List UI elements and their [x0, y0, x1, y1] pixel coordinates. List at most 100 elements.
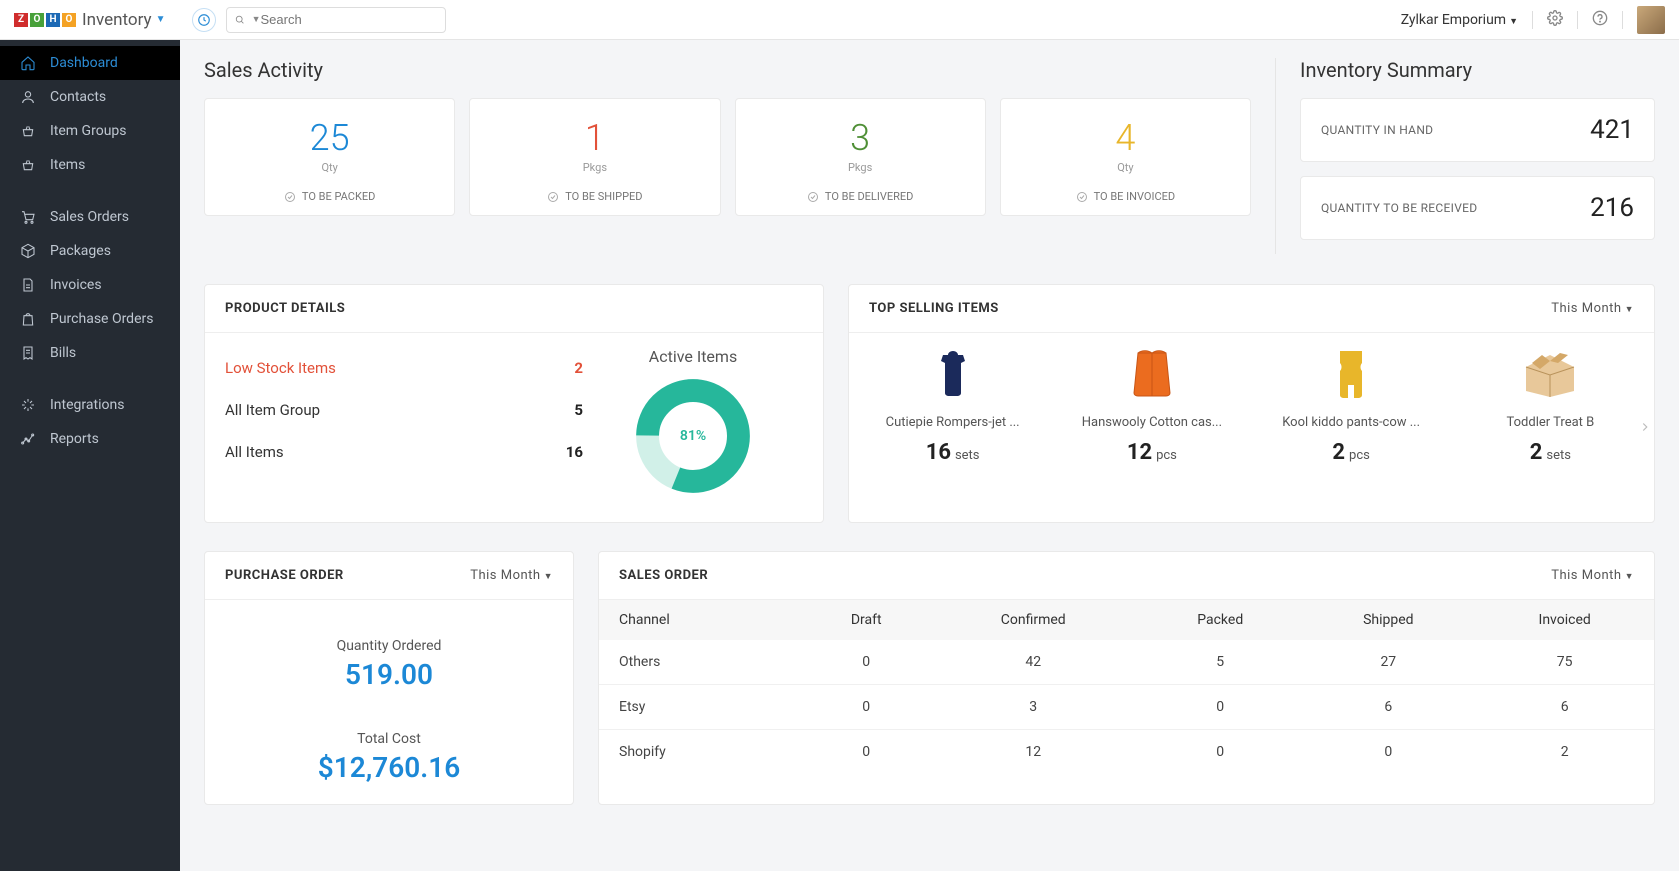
product-qty: 2sets: [1457, 440, 1644, 465]
top-selling-period-selector[interactable]: This Month▼: [1551, 301, 1634, 316]
search-input[interactable]: [261, 12, 437, 27]
product-detail-row[interactable]: Low Stock Items2: [225, 347, 583, 389]
top-selling-item[interactable]: Hanswooly Cotton cas...12pcs: [1052, 343, 1251, 465]
activity-card-to-be-shipped[interactable]: 1PkgsTO BE SHIPPED: [469, 98, 720, 216]
purchase-order-panel: PURCHASE ORDER This Month▼ Quantity Orde…: [204, 551, 574, 805]
product-details-title: PRODUCT DETAILS: [225, 301, 345, 316]
divider: [1577, 11, 1578, 29]
product-detail-row[interactable]: All Item Group5: [225, 389, 583, 431]
receipt-icon: [20, 345, 36, 361]
product-detail-row[interactable]: All Items16: [225, 431, 583, 473]
top-selling-item[interactable]: Cutiepie Rompers-jet ...16sets: [853, 343, 1052, 465]
cell-packed: 5: [1139, 640, 1301, 685]
cell-shipped: 27: [1301, 640, 1475, 685]
org-switcher[interactable]: Zylkar Emporium▼: [1401, 12, 1518, 28]
cell-draft: 0: [805, 640, 927, 685]
home-icon: [20, 55, 36, 71]
cell-confirmed: 3: [927, 685, 1139, 730]
activity-card-to-be-invoiced[interactable]: 4QtyTO BE INVOICED: [1000, 98, 1251, 216]
sales-order-title: SALES ORDER: [619, 568, 708, 583]
table-row[interactable]: Etsy03066: [599, 685, 1654, 730]
table-row[interactable]: Others04252775: [599, 640, 1654, 685]
cell-confirmed: 12: [927, 730, 1139, 775]
total-cost-label: Total Cost: [225, 731, 553, 747]
sidebar-item-packages[interactable]: Packages: [0, 234, 180, 268]
app-title[interactable]: Inventory: [82, 10, 152, 30]
cell-invoiced: 75: [1475, 640, 1654, 685]
cell-invoiced: 2: [1475, 730, 1654, 775]
activity-value: 1: [478, 117, 711, 159]
sidebar-item-invoices[interactable]: Invoices: [0, 268, 180, 302]
activity-status: TO BE SHIPPED: [478, 190, 711, 203]
carousel-next-icon[interactable]: [1638, 415, 1652, 443]
inventory-summary-title: Inventory Summary: [1300, 58, 1655, 82]
table-row[interactable]: Shopify012002: [599, 730, 1654, 775]
zoho-logo[interactable]: ZOHO: [14, 13, 76, 27]
divider: [1622, 11, 1623, 29]
product-name: Kool kiddo pants-cow ...: [1258, 415, 1445, 430]
top-selling-item[interactable]: Kool kiddo pants-cow ...2pcs: [1252, 343, 1451, 465]
sidebar-item-integrations[interactable]: Integrations: [0, 388, 180, 422]
gear-icon[interactable]: [1547, 10, 1563, 30]
inventory-label: QUANTITY IN HAND: [1321, 123, 1433, 137]
sidebar-item-items[interactable]: Items: [0, 148, 180, 182]
inventory-label: QUANTITY TO BE RECEIVED: [1321, 201, 1477, 215]
column-header[interactable]: Channel: [599, 600, 805, 640]
inventory-row: QUANTITY IN HAND 421: [1300, 98, 1655, 162]
basket-icon: [20, 157, 36, 173]
sidebar: DashboardContactsItem GroupsItems Sales O…: [0, 40, 180, 871]
activity-card-to-be-packed[interactable]: 25QtyTO BE PACKED: [204, 98, 455, 216]
sidebar-item-dashboard[interactable]: Dashboard: [0, 46, 180, 80]
product-qty: 16sets: [859, 440, 1046, 465]
top-selling-item[interactable]: Toddler Treat B2sets: [1451, 343, 1650, 465]
qty-ordered-label: Quantity Ordered: [225, 638, 553, 654]
activity-value: 25: [213, 117, 446, 159]
sidebar-item-item-groups[interactable]: Item Groups: [0, 114, 180, 148]
avatar[interactable]: [1637, 6, 1665, 34]
sidebar-item-bills[interactable]: Bills: [0, 336, 180, 370]
column-header[interactable]: Packed: [1139, 600, 1301, 640]
product-image: [1258, 343, 1445, 403]
column-header[interactable]: Invoiced: [1475, 600, 1654, 640]
sidebar-item-sales-orders[interactable]: Sales Orders: [0, 200, 180, 234]
search-box[interactable]: ▼: [226, 7, 446, 33]
column-header[interactable]: Shipped: [1301, 600, 1475, 640]
history-button[interactable]: [192, 8, 216, 32]
product-qty: 12pcs: [1058, 440, 1245, 465]
cart-icon: [20, 209, 36, 225]
main-content: Sales Activity 25QtyTO BE PACKED1PkgsTO …: [180, 40, 1679, 871]
sidebar-item-purchase-orders[interactable]: Purchase Orders: [0, 302, 180, 336]
activity-status: TO BE PACKED: [213, 190, 446, 203]
activity-value: 3: [744, 117, 977, 159]
bag-icon: [20, 311, 36, 327]
activity-card-to-be-delivered[interactable]: 3 Pkgs TO BE DELIVERED: [735, 98, 986, 216]
cell-draft: 0: [805, 685, 927, 730]
cell-shipped: 6: [1301, 685, 1475, 730]
sales-order-period-selector[interactable]: This Month▼: [1551, 568, 1634, 583]
inventory-row: QUANTITY TO BE RECEIVED216: [1300, 176, 1655, 240]
app-switcher-caret-icon[interactable]: ▼: [156, 14, 166, 25]
active-items-donut-chart: 81%: [633, 376, 753, 496]
cell-shipped: 0: [1301, 730, 1475, 775]
search-scope-caret-icon[interactable]: ▼: [252, 14, 261, 25]
cell-channel: Etsy: [599, 685, 805, 730]
purchase-order-period-selector[interactable]: This Month▼: [470, 568, 553, 583]
help-icon[interactable]: [1592, 10, 1608, 30]
activity-unit: Pkgs: [744, 161, 977, 174]
column-header[interactable]: Confirmed: [927, 600, 1139, 640]
sales-order-panel: SALES ORDER This Month▼ ChannelDraftConf…: [598, 551, 1655, 805]
active-items-title: Active Items: [583, 347, 803, 366]
inventory-value: 421: [1590, 115, 1634, 145]
cell-packed: 0: [1139, 685, 1301, 730]
sales-activity-title: Sales Activity: [204, 58, 1251, 82]
qty-ordered-value: 519.00: [225, 658, 553, 691]
sidebar-item-contacts[interactable]: Contacts: [0, 80, 180, 114]
column-header[interactable]: Draft: [805, 600, 927, 640]
donut-percent-label: 81%: [680, 428, 706, 444]
user-icon: [20, 89, 36, 105]
sidebar-item-reports[interactable]: Reports: [0, 422, 180, 456]
cell-draft: 0: [805, 730, 927, 775]
activity-status: TO BE DELIVERED: [744, 190, 977, 203]
cell-channel: Shopify: [599, 730, 805, 775]
product-details-panel: PRODUCT DETAILS Low Stock Items2All Item…: [204, 284, 824, 523]
